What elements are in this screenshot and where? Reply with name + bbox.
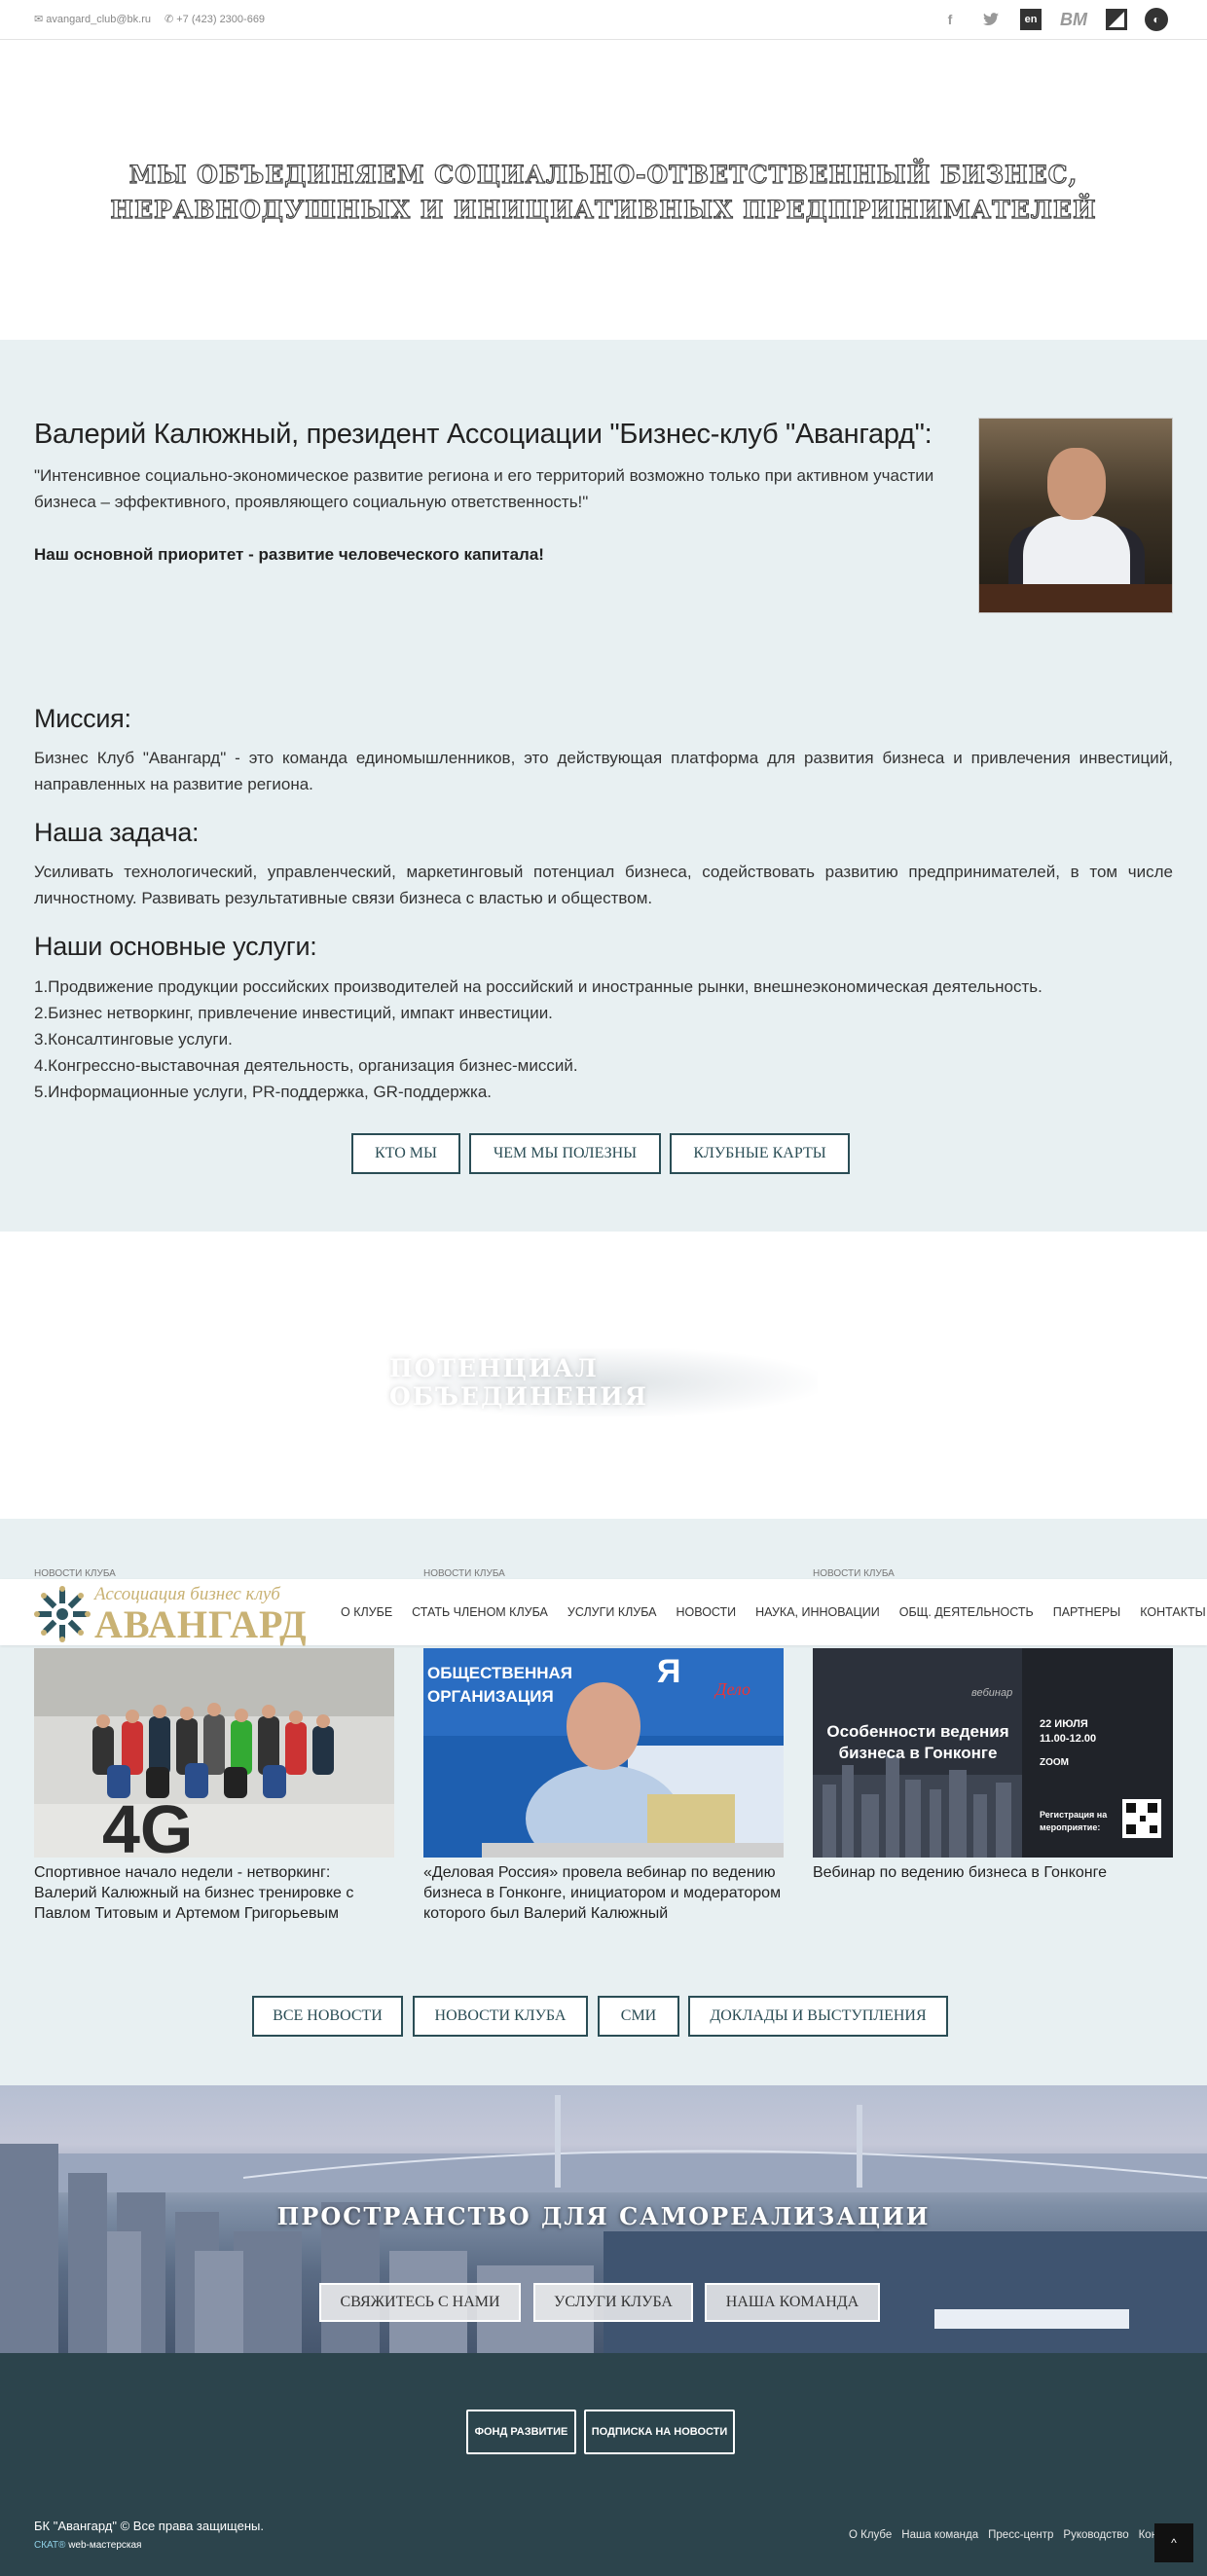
footer-nav: О Клубе Наша команда Пресс-центр Руковод… — [849, 2529, 1187, 2541]
news-banner-text: ОБЩЕСТВЕННАЯ ОРГАНИЗАЦИЯ — [427, 1664, 573, 1706]
reports-button[interactable]: ДОКЛАДЫ И ВЫСТУПЛЕНИЯ — [688, 1996, 948, 2037]
city-title: ПРОСТРАНСТВО ДЛЯ САМОРЕАЛИЗАЦИИ — [276, 2202, 931, 2230]
fund-button[interactable]: ФОНД РАЗВИТИЕ — [466, 2410, 576, 2454]
news-tag[interactable]: НОВОСТИ КЛУБА — [34, 1568, 116, 1579]
copyright: БК "Авангард" © Все права защищены. — [34, 2519, 264, 2533]
photo-table — [979, 584, 1172, 612]
task-text: Усиливать технологический, управленчески… — [34, 863, 1173, 907]
z-icon[interactable] — [1106, 9, 1127, 30]
nav-menu: О КЛУБЕ СТАТЬ ЧЛЕНОМ КЛУБА УСЛУГИ КЛУБА … — [331, 1605, 1207, 1619]
hero-title: МЫ ОБЪЕДИНЯЕМ СОЦИАЛЬНО-ОТВЕТСТВЕННЫЙ БИ… — [110, 160, 1097, 224]
mail-icon: ✉ — [34, 14, 44, 25]
news-tag[interactable]: НОВОСТИ КЛУБА — [423, 1568, 505, 1579]
footer-link-management[interactable]: Руководство — [1063, 2529, 1128, 2541]
potential-section: ПОТЕНЦИАЛ ОБЪЕДИНЕНИЯ — [0, 1232, 1207, 1519]
nav-item-membership[interactable]: СТАТЬ ЧЛЕНОМ КЛУБА — [402, 1605, 558, 1619]
facebook-icon[interactable]: f — [938, 8, 962, 31]
logo[interactable]: Ассоциация бизнес клуб АВАНГАРД — [34, 1584, 311, 1646]
contacts: ✉ avangard_club@bk.ru ✆ +7 (423) 2300-669 — [34, 13, 265, 25]
scroll-to-top-button[interactable]: ^ — [1154, 2523, 1193, 2562]
service-item: 4.Конгрессно-выставочная деятельность, о… — [34, 1056, 578, 1075]
club-cards-button[interactable]: КЛУБНЫЕ КАРТЫ — [670, 1133, 850, 1174]
webinar-headline: Особенности ведения бизнеса в Гонконге — [826, 1722, 1009, 1762]
svg-text:4G: 4G — [102, 1791, 193, 1858]
news-image[interactable]: 4G — [34, 1648, 394, 1858]
footer-link-press[interactable]: Пресс-центр — [988, 2529, 1053, 2541]
service-item: 5.Информационные услуги, PR-поддержка, G… — [34, 1083, 493, 1101]
svg-text:Я: Я — [657, 1653, 680, 1690]
contact-us-button[interactable]: СВЯЖИТЕСЬ С НАМИ — [319, 2283, 521, 2322]
phone-icon: ✆ — [165, 14, 174, 25]
footer — [0, 2353, 1207, 2576]
president-photo — [978, 418, 1173, 613]
photo-face — [1047, 448, 1106, 520]
nav-item-news[interactable]: НОВОСТИ — [667, 1605, 747, 1619]
webinar-registration: Регистрация на мероприятие: — [1040, 1810, 1108, 1832]
nav-item-contacts[interactable]: КОНТАКТЫ — [1130, 1605, 1207, 1619]
top-bar: ✉ avangard_club@bk.ru ✆ +7 (423) 2300-669 … — [0, 0, 1207, 40]
email-link[interactable]: ✉ avangard_club@bk.ru — [34, 13, 151, 25]
services-title: Наши основные услуги: — [34, 932, 317, 961]
news-title[interactable]: Спортивное начало недели - нетворкинг: В… — [34, 1862, 394, 1924]
potential-title: ПОТЕНЦИАЛ ОБЪЕДИНЕНИЯ — [389, 1348, 818, 1417]
media-button[interactable]: СМИ — [598, 1996, 679, 2037]
club-news-button[interactable]: НОВОСТИ КЛУБА — [413, 1996, 588, 2037]
webinar-label: вебинар — [971, 1687, 1013, 1699]
bm-icon[interactable]: BM — [1059, 8, 1088, 31]
all-news-button[interactable]: ВСЕ НОВОСТИ — [252, 1996, 403, 2037]
main-navigation: Ассоциация бизнес клуб АВАНГАРД О КЛУБЕ … — [0, 1579, 1207, 1646]
logo-title: АВАНГАРД — [94, 1602, 308, 1646]
mission-text: Бизнес Клуб "Авангард" - это команда еди… — [34, 749, 1173, 793]
footer-link-team[interactable]: Наша команда — [901, 2529, 978, 2541]
our-team-button[interactable]: НАША КОМАНДА — [705, 2283, 880, 2322]
president-quote: "Интенсивное социально-экономическое раз… — [34, 466, 934, 511]
news-image[interactable]: вебинар Особенности ведения бизнеса в Го… — [813, 1648, 1173, 1858]
who-we-are-button[interactable]: КТО МЫ — [351, 1133, 460, 1174]
services-list: 1.Продвижение продукции российских произ… — [34, 974, 1042, 1105]
made-by[interactable]: СКАТ® web-мастерская — [34, 2540, 141, 2551]
en-icon[interactable]: en — [1020, 9, 1042, 30]
twitter-icon[interactable] — [979, 8, 1003, 31]
mission-title: Миссия: — [34, 704, 131, 733]
nav-item-about[interactable]: О КЛУБЕ — [331, 1605, 402, 1619]
footer-link-about[interactable]: О Клубе — [849, 2529, 892, 2541]
webinar-date: 22 ИЮЛЯ — [1040, 1718, 1088, 1730]
svg-text:Дело: Дело — [713, 1679, 750, 1699]
nav-item-services[interactable]: УСЛУГИ КЛУБА — [558, 1605, 667, 1619]
logo-emblem-icon — [34, 1586, 91, 1642]
globe-icon[interactable]: ◐ — [1145, 8, 1168, 31]
subscribe-button[interactable]: ПОДПИСКА НА НОВОСТИ — [584, 2410, 735, 2454]
news-title[interactable]: Вебинар по ведению бизнеса в Гонконге — [813, 1862, 1173, 1883]
how-useful-button[interactable]: ЧЕМ МЫ ПОЛЕЗНЫ — [469, 1133, 661, 1174]
news-image[interactable]: Я Дело ОБЩЕСТВЕННАЯ ОРГАНИЗАЦИЯ — [423, 1648, 784, 1858]
webinar-time: 11.00-12.00 — [1040, 1733, 1097, 1745]
club-services-button[interactable]: УСЛУГИ КЛУБА — [533, 2283, 693, 2322]
nav-item-public[interactable]: ОБЩ. ДЕЯТЕЛЬНОСТЬ — [890, 1605, 1043, 1619]
task-title: Наша задача: — [34, 818, 200, 847]
phone-link[interactable]: ✆ +7 (423) 2300-669 — [165, 13, 265, 25]
social-links: f en BM ◐ — [938, 8, 1168, 31]
nav-item-partners[interactable]: ПАРТНЕРЫ — [1043, 1605, 1131, 1619]
nav-item-science[interactable]: НАУКА, ИННОВАЦИИ — [746, 1605, 890, 1619]
priority-text: Наш основной приоритет - развитие челове… — [34, 545, 544, 564]
news-title[interactable]: «Деловая Россия» провела вебинар по веде… — [423, 1862, 784, 1924]
news-tag[interactable]: НОВОСТИ КЛУБА — [813, 1568, 895, 1579]
service-item: 1.Продвижение продукции российских произ… — [34, 977, 1042, 996]
service-item: 3.Консалтинговые услуги. — [34, 1030, 233, 1049]
webinar-platform: ZOOM — [1040, 1757, 1069, 1768]
service-item: 2.Бизнес нетворкинг, привлечение инвести… — [34, 1004, 553, 1022]
president-title: Валерий Калюжный, президент Ассоциации "… — [34, 419, 933, 450]
